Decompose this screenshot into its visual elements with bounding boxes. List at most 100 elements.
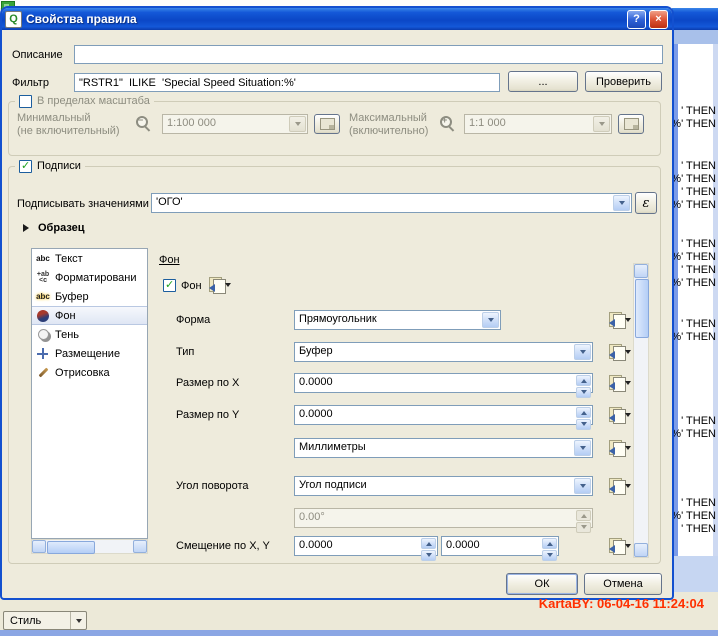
data-defined-button[interactable] <box>605 311 631 329</box>
spin-down-button <box>576 522 591 533</box>
spin-value: 0.0000 <box>299 539 333 551</box>
filter-test-button[interactable]: Проверить <box>585 71 662 92</box>
field-label: Угол поворота <box>176 480 249 492</box>
arrow-icon <box>605 414 615 422</box>
max-scale-label: Максимальный (включительно) <box>349 112 428 138</box>
dialog-titlebar[interactable]: Q Свойства правила ? × <box>2 8 672 30</box>
data-defined-button[interactable] <box>605 343 631 361</box>
combo-value: Миллиметры <box>299 441 366 453</box>
style-button[interactable]: Стиль <box>3 611 87 630</box>
combo-box[interactable]: Угол подписи <box>294 476 593 496</box>
min-scale-from-canvas-button[interactable] <box>314 114 340 134</box>
labels-group: Подписи Подписывать значениями 'ОГО' ε О… <box>8 158 662 564</box>
data-defined-button[interactable] <box>605 477 631 495</box>
close-button[interactable]: × <box>649 9 668 29</box>
spin-up-button <box>576 510 591 521</box>
spin-down-button[interactable] <box>421 550 436 561</box>
spin-box: 0.00° <box>294 508 593 533</box>
cancel-button[interactable]: Отмена <box>584 573 662 595</box>
scale-range-group: В пределах масштаба Минимальный (не вклю… <box>8 93 661 156</box>
spin-value: 0.00° <box>299 511 325 523</box>
chevron-down-icon <box>625 484 631 491</box>
zoom-in-icon <box>439 115 456 132</box>
min-scale-combo: 1:100 000 <box>162 114 308 134</box>
spin-value: 0.0000 <box>299 376 333 388</box>
min-scale-label-line2: (не включительный) <box>17 125 120 137</box>
spin-down-button[interactable] <box>576 419 591 430</box>
max-scale-label-line1: Максимальный <box>349 112 427 124</box>
spin-up-button[interactable] <box>421 538 436 549</box>
background-text-line: ' THEN <box>681 186 716 198</box>
description-input[interactable] <box>74 45 663 64</box>
spin-box[interactable]: 0.0000 <box>294 373 593 398</box>
arrow-icon <box>605 485 615 493</box>
chevron-down-icon[interactable] <box>574 344 591 360</box>
chevron-down-icon <box>593 116 610 132</box>
filter-label: Фильтр <box>12 77 49 89</box>
chevron-down-icon <box>625 446 631 453</box>
chevron-down-icon <box>625 318 631 325</box>
spin-down-button[interactable] <box>576 387 591 398</box>
style-button-label: Стиль <box>10 614 42 627</box>
background-form: Форма Прямоугольник Тип Буфер Размер по X 0.0… <box>9 167 662 563</box>
chevron-down-icon[interactable] <box>482 312 499 328</box>
data-defined-button[interactable] <box>605 439 631 457</box>
spin-up-button[interactable] <box>576 375 591 386</box>
combo-value: Угол подписи <box>299 479 367 491</box>
chevron-down-icon <box>289 116 306 132</box>
background-text-line: ' THEN <box>681 160 716 172</box>
background-text: ' THEN @%' THEN ' THEN @%' THEN ' THEN @%' TH… <box>657 0 718 592</box>
chevron-down-icon[interactable] <box>574 478 591 494</box>
background-text-line: ' THEN <box>681 415 716 427</box>
scroll-down-button[interactable] <box>634 543 648 557</box>
combo-value: 1:100 000 <box>167 117 216 129</box>
field-label: Тип <box>176 346 195 358</box>
spin-up-button[interactable] <box>542 538 557 549</box>
max-scale-label-line2: (включительно) <box>349 125 429 137</box>
filter-input[interactable] <box>74 73 500 92</box>
spin-box[interactable]: 0.0000 <box>294 536 438 561</box>
combo-box[interactable]: Миллиметры <box>294 438 593 458</box>
background-text-line: ' THEN <box>681 105 716 117</box>
description-label: Описание <box>12 49 63 61</box>
data-defined-button[interactable] <box>605 374 631 392</box>
background-text-line: ' THEN <box>681 523 716 535</box>
scale-range-title: В пределах масштаба <box>37 95 150 107</box>
chevron-down-icon[interactable] <box>70 612 86 629</box>
help-button[interactable]: ? <box>627 9 646 29</box>
background-window: ' THEN @%' THEN ' THEN @%' THEN ' THEN @%' TH… <box>657 0 718 592</box>
combo-box[interactable]: Прямоугольник <box>294 310 501 330</box>
scale-range-legend: В пределах масштаба <box>15 93 154 109</box>
ok-button[interactable]: ОК <box>506 573 578 595</box>
field-label: Размер по X <box>176 377 240 389</box>
combo-box[interactable]: Буфер <box>294 342 593 362</box>
app-icon: Q <box>5 10 22 28</box>
min-scale-label: Минимальный (не включительный) <box>17 112 120 138</box>
spin-box[interactable]: 0.0000 <box>294 405 593 430</box>
data-defined-button[interactable] <box>605 406 631 424</box>
scroll-up-button[interactable] <box>634 264 648 278</box>
map-icon <box>623 118 639 130</box>
scrollbar-thumb[interactable] <box>635 279 649 338</box>
filter-browse-button[interactable]: ... <box>508 71 578 92</box>
desktop-strip <box>0 0 672 8</box>
data-defined-button[interactable] <box>605 537 631 555</box>
spin-box[interactable]: 0.0000 <box>441 536 559 561</box>
spin-down-button[interactable] <box>542 550 557 561</box>
background-text-line: ' THEN <box>681 497 716 509</box>
chevron-down-icon <box>625 413 631 420</box>
max-scale-from-canvas-button[interactable] <box>618 114 644 134</box>
spin-value: 0.0000 <box>299 408 333 420</box>
spin-value: 0.0000 <box>446 539 480 551</box>
scale-range-checkbox[interactable] <box>19 94 32 108</box>
chevron-down-icon[interactable] <box>574 440 591 456</box>
spin-up-button[interactable] <box>576 407 591 418</box>
rule-properties-dialog: Q Свойства правила ? × Описание Фильтр .… <box>2 8 672 598</box>
arrow-icon <box>605 319 615 327</box>
vertical-scrollbar[interactable] <box>633 263 649 558</box>
dialog-title: Свойства правила <box>26 12 137 26</box>
watermark: KartaBY: 06-04-16 11:24:04 <box>538 596 704 611</box>
field-label: Размер по Y <box>176 409 240 421</box>
arrow-icon <box>605 382 615 390</box>
max-scale-combo: 1:1 000 <box>464 114 612 134</box>
